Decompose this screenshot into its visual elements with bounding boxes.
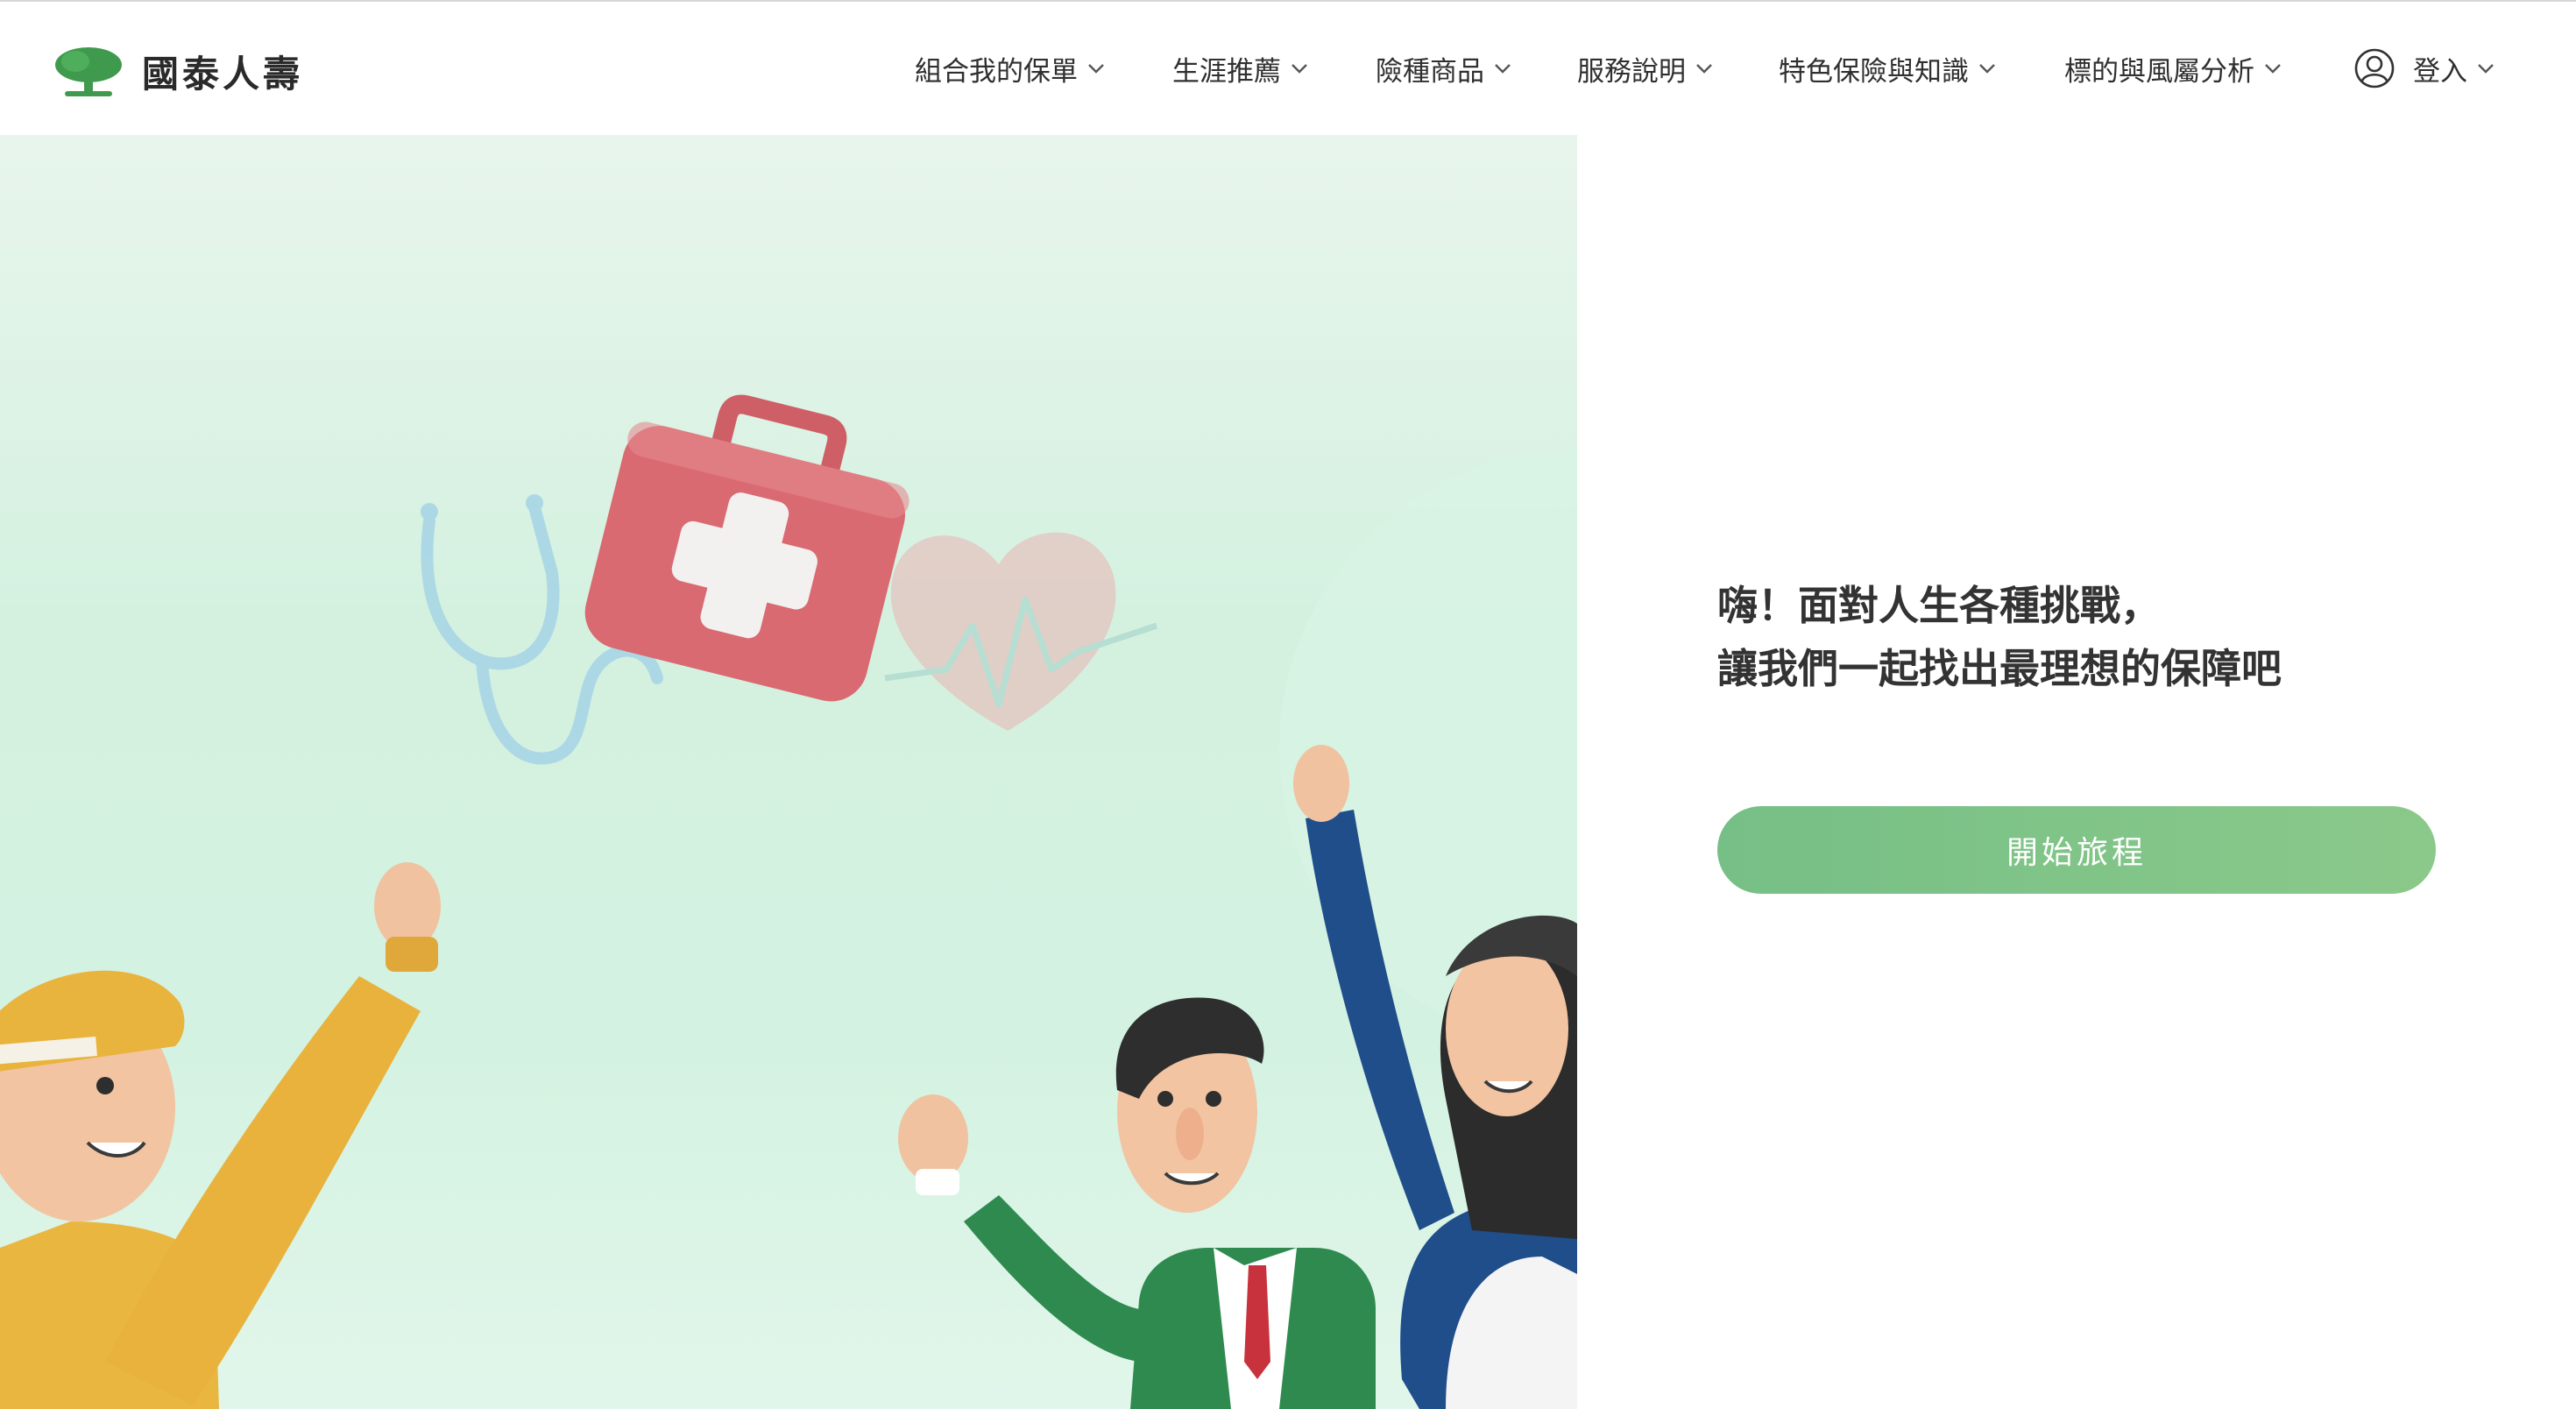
nav-item-label: 險種商品	[1376, 55, 1484, 88]
man-in-cap-figure	[0, 862, 441, 1409]
nav-item-risk-analysis[interactable]: 標的與風屬分析	[2064, 40, 2282, 96]
tree-logo-icon	[55, 47, 122, 96]
nav-item-label: 生涯推薦	[1172, 55, 1281, 88]
nav-item-label: 組合我的保單	[915, 55, 1078, 88]
nav-item-combine-policy[interactable]: 組合我的保單	[915, 40, 1106, 96]
chevron-down-icon	[1088, 64, 1104, 74]
hero-banner	[0, 135, 1577, 1409]
start-journey-button[interactable]: 開始旅程	[1717, 806, 2436, 894]
businessman-figure	[898, 997, 1376, 1409]
user-circle-icon	[2354, 48, 2395, 89]
nav-item-label: 標的與風屬分析	[2064, 55, 2254, 88]
nav-item-service-info[interactable]: 服務說明	[1577, 40, 1714, 96]
chevron-down-icon	[1292, 64, 1307, 74]
chevron-down-icon	[1979, 64, 1995, 74]
hero-illustration	[0, 394, 1577, 1409]
chevron-down-icon	[1696, 64, 1712, 74]
hero-headline: 嗨！面對人生各種挑戰， 讓我們一起找出最理想的保障吧	[1717, 574, 2506, 700]
login-button[interactable]: 登入	[2353, 40, 2495, 96]
nav-item-insurance-products[interactable]: 險種商品	[1376, 40, 1512, 96]
headline-line-1: 嗨！面對人生各種挑戰，	[1717, 582, 2161, 629]
nav-item-label: 特色保險與知識	[1779, 55, 1969, 88]
chevron-down-icon	[1495, 64, 1511, 74]
nav-item-label: 服務說明	[1577, 55, 1686, 88]
nav-item-featured-insurance[interactable]: 特色保險與知識	[1779, 40, 1997, 96]
site-header: 國泰人壽 組合我的保單 生涯推薦 險種商品 服務說明 特色保險與知識 標的與風屬…	[0, 2, 2576, 135]
heart-pulse-icon	[884, 532, 1158, 731]
chevron-down-icon	[2265, 64, 2281, 74]
brand-name: 國泰人壽	[142, 52, 304, 96]
first-aid-kit-icon	[584, 394, 909, 702]
nav-item-career-recommend[interactable]: 生涯推薦	[1172, 40, 1309, 96]
chevron-down-icon	[2478, 64, 2494, 74]
headline-line-2: 讓我們一起找出最理想的保障吧	[1717, 645, 2282, 692]
brand-logo[interactable]: 國泰人壽	[53, 40, 303, 102]
login-label: 登入	[2413, 55, 2467, 88]
